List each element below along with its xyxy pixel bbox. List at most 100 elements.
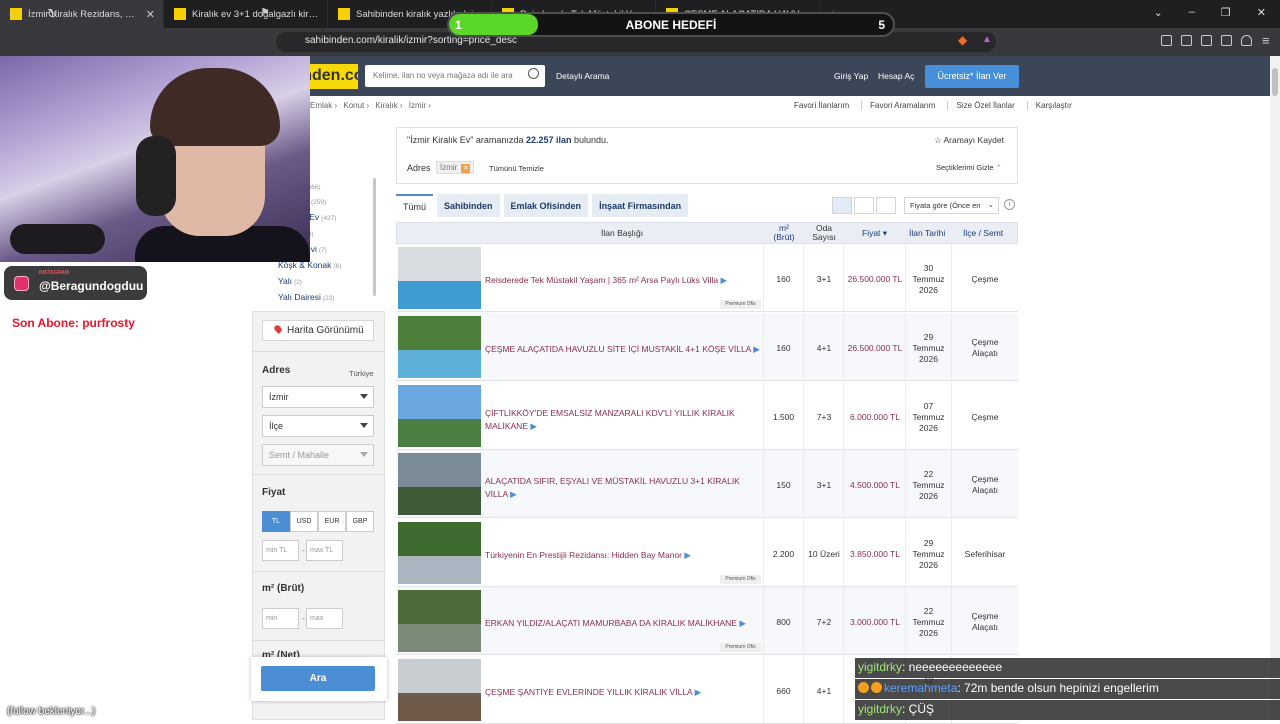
listing-location: Çeşme Alaçatı (971, 474, 999, 495)
tab-all[interactable]: Tümü (396, 194, 434, 217)
column-area[interactable]: m² (Brüt) (770, 224, 798, 242)
browser-tab-title: İzmir Kiralık Rezidans, Villa, Müst (28, 8, 140, 20)
chevron-down-icon[interactable]: ⌄ (1154, 6, 1163, 19)
chat-username: yigitdrky (858, 702, 903, 716)
remove-filter-icon[interactable]: ✕ (461, 164, 471, 173)
sidebar-icon[interactable] (1181, 35, 1192, 46)
browser-tab-title: Kiralık ev 3+1 doğalgazlı kiralık ev ila (192, 8, 319, 20)
extensions-icon[interactable] (1161, 35, 1172, 46)
listing-thumbnail[interactable] (398, 590, 481, 652)
listing-price: 26.500.000 TL (847, 274, 903, 284)
listing-title[interactable]: Reisderede Tek Müstakil Yaşam | 365 m² A… (485, 274, 760, 287)
page-scrollbar-thumb[interactable] (1272, 68, 1278, 96)
login-link[interactable]: Giriş Yap (834, 71, 868, 81)
post-ad-button[interactable]: Ücretsiz* İlan Ver (925, 65, 1019, 88)
special-listings-link[interactable]: Size Özel İlanlar (947, 101, 1015, 110)
listing-row[interactable]: Reisderede Tek Müstakil Yaşam | 365 m² A… (396, 244, 1018, 312)
browser-tab[interactable]: İzmir Kiralık Rezidans, Villa, Müst ✕ (0, 0, 164, 28)
info-icon[interactable]: i (1004, 199, 1015, 210)
rewards-icon[interactable]: ▲ (982, 34, 992, 45)
breadcrumb-item[interactable]: Emlak › (310, 101, 337, 110)
close-window-icon[interactable]: ✕ (1257, 6, 1266, 19)
listing-thumbnail[interactable] (398, 522, 481, 584)
favorite-searches-link[interactable]: Favori Aramalarım (861, 101, 935, 110)
listing-row[interactable]: ERKAN YILDIZ/ALAÇATI MAMURBABA DA KİRALI… (396, 587, 1018, 655)
listing-title[interactable]: ERKAN YILDIZ/ALAÇATI MAMURBABA DA KİRALI… (485, 617, 760, 630)
district-select[interactable]: İlçe (262, 415, 374, 437)
wallet-icon[interactable] (1201, 35, 1212, 46)
column-date[interactable]: İlan Tarihi (909, 228, 945, 238)
city-select[interactable]: İzmir (262, 386, 374, 408)
gross-min-input[interactable]: min (262, 608, 299, 629)
divider (252, 351, 385, 352)
menu-icon[interactable]: ≡ (1262, 33, 1270, 48)
listing-thumbnail[interactable] (398, 385, 481, 447)
listing-row[interactable]: ALAÇATIDA SIFIR, EŞYALI VE MÜSTAKİL HAVU… (396, 450, 1018, 518)
minimize-icon[interactable]: – (1189, 6, 1195, 19)
listing-thumbnail[interactable] (398, 247, 481, 309)
gross-max-input[interactable]: max (306, 608, 343, 629)
goal-title: ABONE HEDEFİ (625, 18, 717, 32)
advanced-search-link[interactable]: Detaylı Arama (556, 71, 609, 81)
forward-icon[interactable]: › (30, 6, 34, 21)
breadcrumb-item[interactable]: Konut › (343, 101, 369, 110)
breadcrumb-item[interactable]: Kiralık › (375, 101, 402, 110)
currency-eur-button[interactable]: EUR (318, 511, 346, 532)
listing-row[interactable]: Türkiyenin En Prestijli Rezidansı: Hidde… (396, 519, 1018, 587)
listing-price: 6.000.000 TL (850, 412, 900, 422)
brave-shield-icon[interactable]: ◆ (958, 33, 967, 47)
country-link[interactable]: Türkiye (349, 369, 374, 378)
bookmark-icon[interactable]: ⚑ (260, 6, 270, 19)
price-max-input[interactable]: max TL (306, 540, 343, 561)
favorite-listings-link[interactable]: Favori İlanlarım (794, 101, 849, 110)
breadcrumb-item[interactable]: İzmir › (409, 101, 431, 110)
category-item[interactable]: Yalı (2) (278, 276, 302, 286)
tab-agency[interactable]: Emlak Ofisinden (503, 194, 589, 217)
listing-row[interactable]: ÇEŞME ALAÇATIDA HAVUZLU SİTE İÇİ MUSTAKİ… (396, 313, 1018, 381)
leo-icon[interactable] (1221, 35, 1232, 46)
browser-tab[interactable]: Kiralık ev 3+1 doğalgazlı kiralık ev ila (164, 0, 328, 28)
listing-thumbnail[interactable] (398, 316, 481, 378)
vpn-icon[interactable] (1241, 35, 1252, 46)
listing-title[interactable]: ÇEŞME ALAÇATIDA HAVUZLU SİTE İÇİ MUSTAKİ… (485, 343, 760, 356)
currency-usd-button[interactable]: USD (290, 511, 318, 532)
reload-icon[interactable]: ↻ (47, 6, 58, 22)
column-price[interactable]: Fiyat ▾ (862, 228, 887, 239)
close-tab-icon[interactable]: ✕ (146, 8, 155, 21)
listing-title[interactable]: ÇİFTLİKKÖY'DE EMSALSİZ MANZARALI KDV'Lİ … (485, 407, 760, 433)
currency-tl-button[interactable]: TL (262, 511, 290, 532)
back-icon[interactable]: ‹ (9, 6, 13, 21)
tab-builder[interactable]: İnşaat Firmasından (592, 194, 689, 217)
listing-price: 4.500.000 TL (850, 480, 900, 490)
save-search-link[interactable]: ☆ Aramayı Kaydet (934, 135, 1004, 146)
category-scrollbar[interactable] (373, 178, 376, 296)
currency-gbp-button[interactable]: GBP (346, 511, 374, 532)
listing-title[interactable]: ALAÇATIDA SIFIR, EŞYALI VE MÜSTAKİL HAVU… (485, 475, 760, 501)
list-view-icon[interactable] (832, 197, 852, 214)
chat-message: yigitdrky: neeeeeeeeeeeee (855, 658, 1280, 678)
divider (252, 640, 385, 641)
listing-location: Seferihisar (964, 549, 1006, 559)
listing-row[interactable]: ÇİFTLİKKÖY'DE EMSALSİZ MANZARALI KDV'Lİ … (396, 382, 1018, 450)
hide-selections-link[interactable]: Seçtiklerimi Gizle ⌃ (936, 163, 1002, 172)
column-location[interactable]: İlçe / Semt (963, 228, 1003, 238)
chevron-down-icon (360, 423, 368, 428)
clear-all-link[interactable]: Tümünü Temizle (489, 164, 544, 173)
filter-search-button[interactable]: Ara (261, 666, 375, 691)
sort-select[interactable]: Fiyata göre (Önce en ⌄ (904, 197, 999, 214)
page-scrollbar[interactable] (1270, 56, 1280, 720)
listing-thumbnail[interactable] (398, 453, 481, 515)
listing-title[interactable]: Türkiyenin En Prestijli Rezidansı: Hidde… (485, 549, 760, 562)
listing-title[interactable]: ÇEŞME ŞANTİYE EVLERİNDE YILLIK KİRALIK V… (485, 686, 760, 699)
price-min-input[interactable]: min TL (262, 540, 299, 561)
grid-view-icon[interactable] (876, 197, 896, 214)
compare-link[interactable]: Karşılaştır (1026, 101, 1072, 110)
search-icon[interactable] (528, 68, 539, 79)
category-item[interactable]: Yalı Dairesi (23) (278, 292, 334, 302)
restore-icon[interactable]: ❐ (1221, 6, 1231, 19)
compact-view-icon[interactable] (854, 197, 874, 214)
listing-thumbnail[interactable] (398, 659, 481, 721)
register-link[interactable]: Hesap Aç (878, 71, 914, 81)
neighborhood-select[interactable]: Semt / Mahalle (262, 444, 374, 466)
tab-owner[interactable]: Sahibinden (437, 194, 500, 217)
